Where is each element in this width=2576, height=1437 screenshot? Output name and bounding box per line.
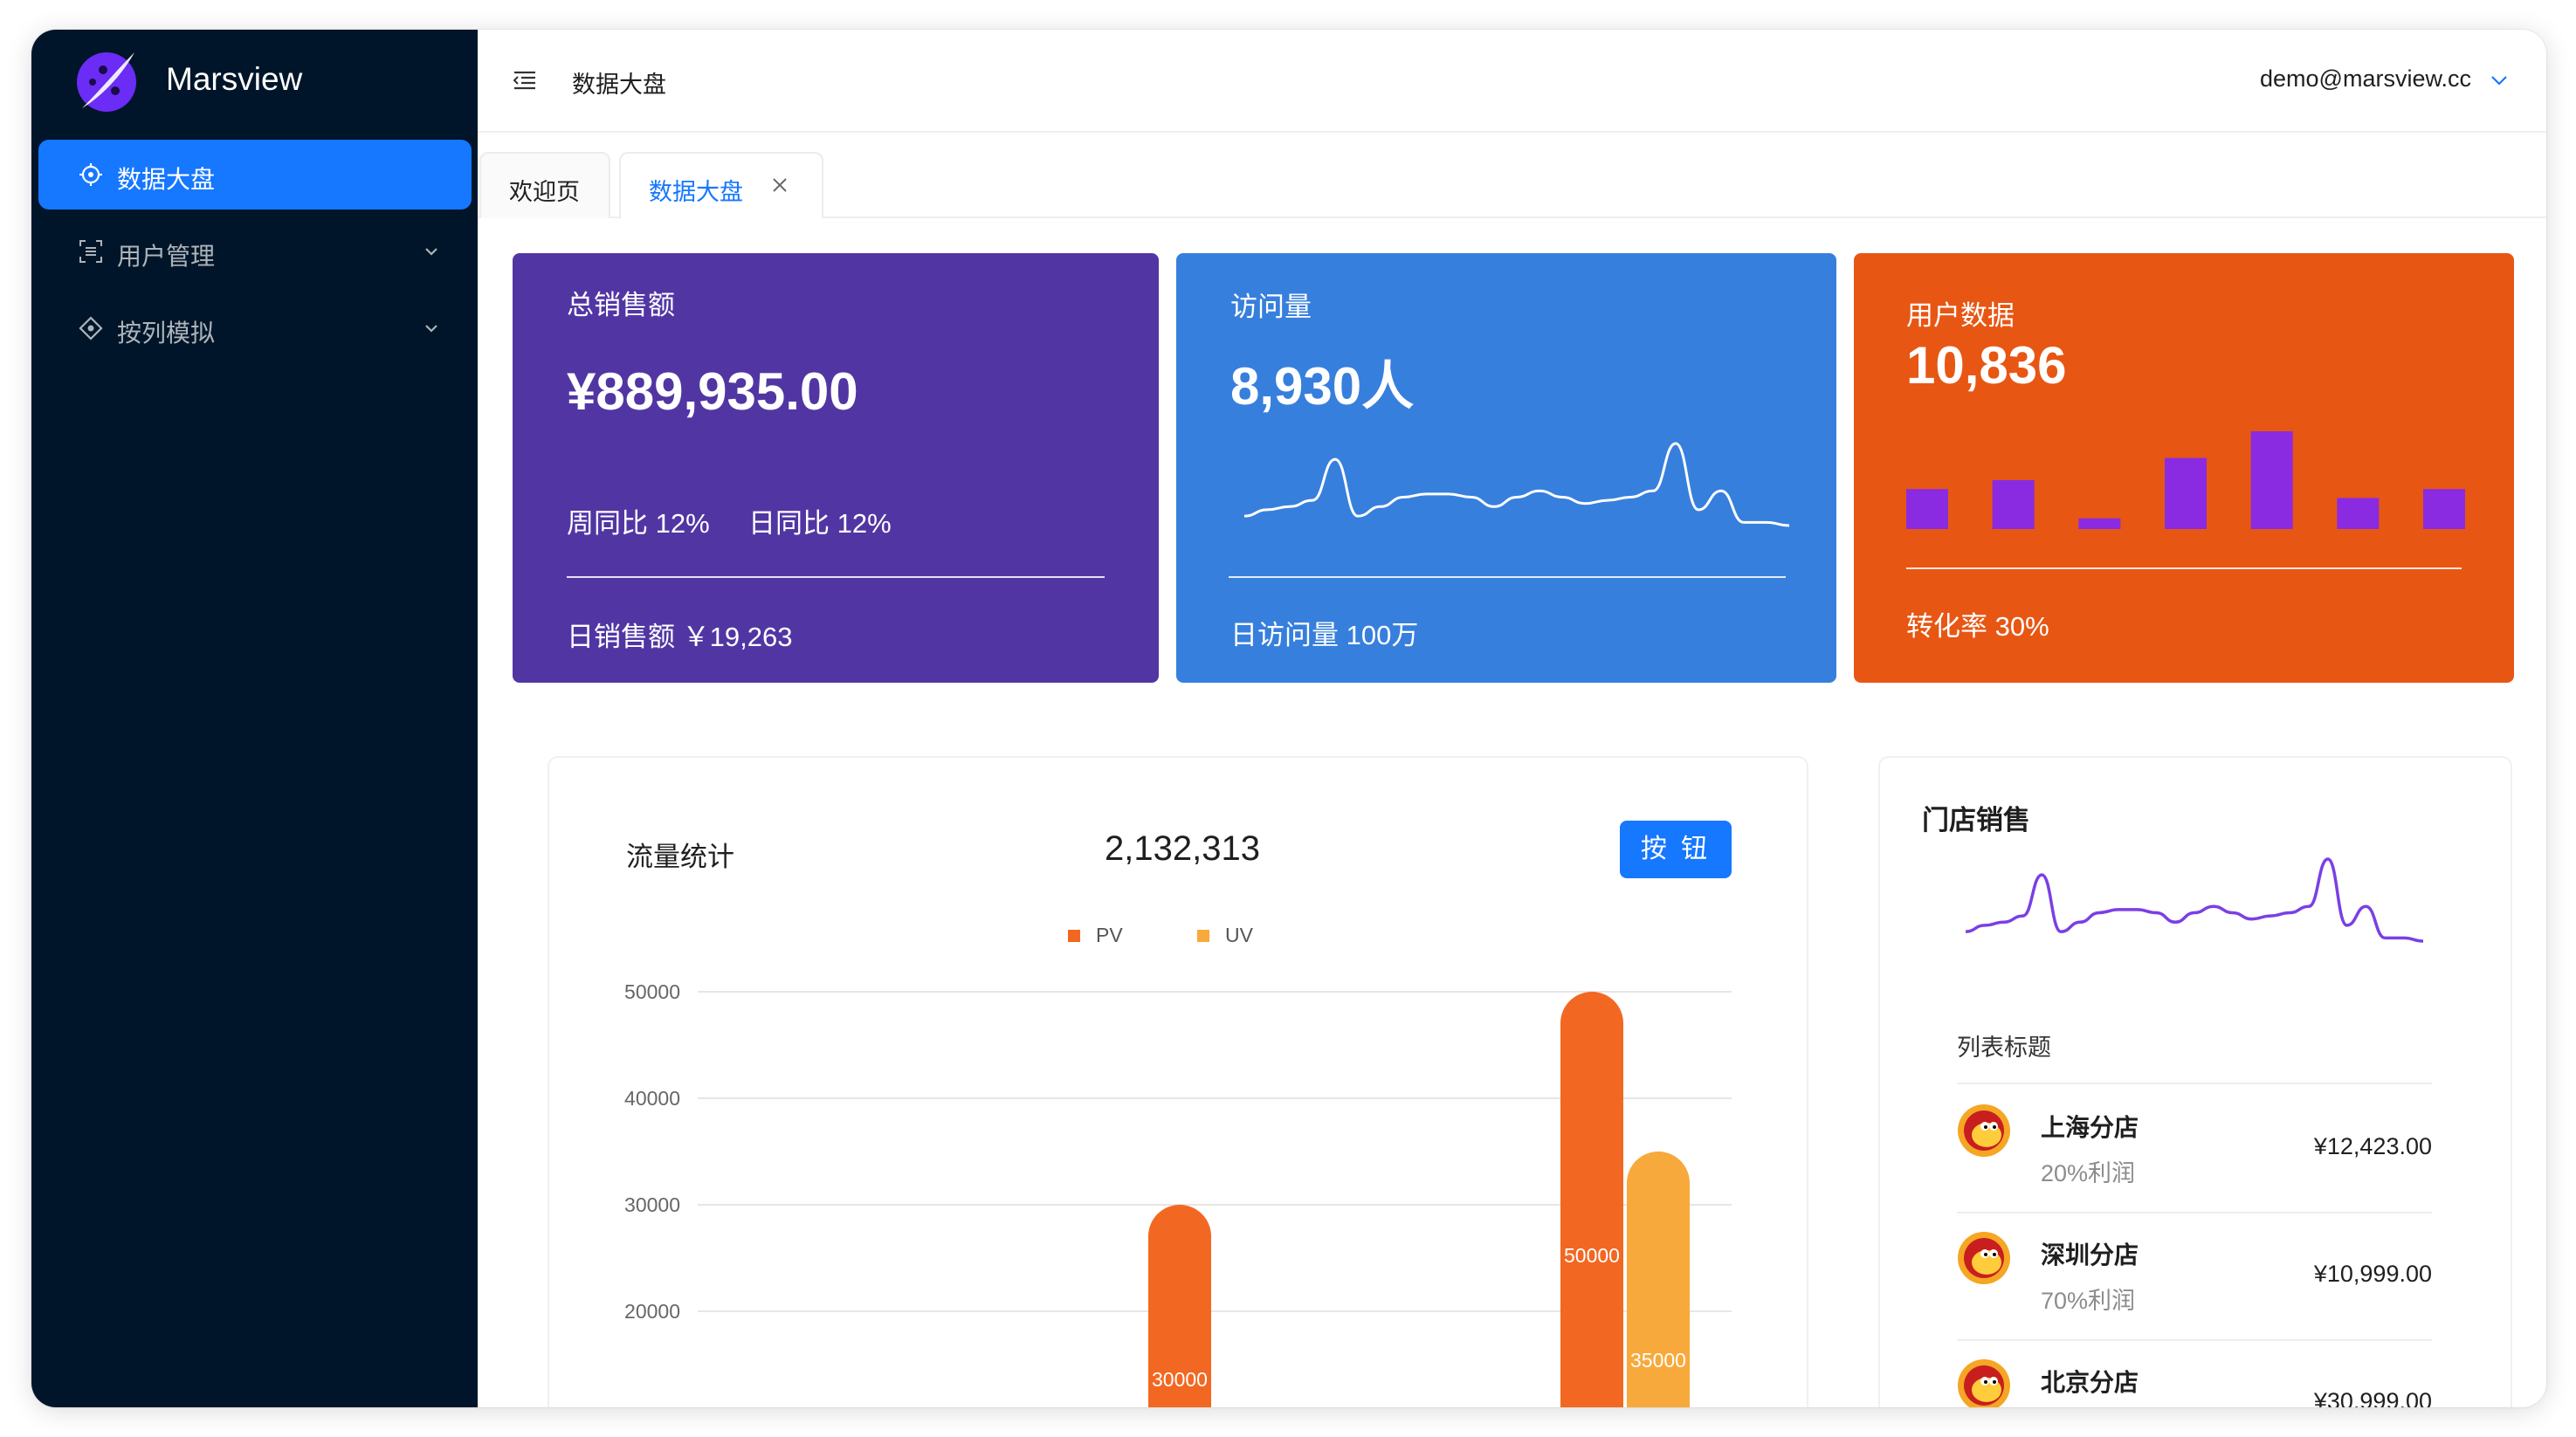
- sidebar-item-label: 数据大盘: [117, 166, 216, 193]
- chevron-down-icon: [425, 325, 437, 333]
- tab-label: 数据大盘: [649, 179, 743, 205]
- store-name: 深圳分店: [2041, 1241, 2139, 1269]
- traffic-bar-chart: 50000 40000 30000 20000 30000 50000 35000: [624, 980, 1732, 1407]
- users-bar: [2165, 457, 2207, 529]
- tab-dashboard[interactable]: 数据大盘: [619, 152, 823, 218]
- action-button[interactable]: 按 钮: [1620, 821, 1732, 878]
- store-amount: ¥10,999.00: [2313, 1261, 2432, 1287]
- top-header: 数据大盘 demo@marsview.cc: [478, 30, 2546, 133]
- traffic-title: 流量统计: [626, 842, 734, 872]
- y-tick-label: 40000: [624, 1087, 680, 1110]
- y-tick-label: 50000: [624, 980, 680, 1003]
- list-item[interactable]: 北京分店 ¥30,999.00: [1957, 1339, 2432, 1407]
- legend-swatch: [1197, 930, 1209, 942]
- sidebar-item-label: 用户管理: [117, 243, 216, 270]
- traffic-panel: 流量统计 2,132,313 按 钮 PV UV 50000 40000 30000…: [548, 756, 1808, 1407]
- dashboard-icon: [79, 163, 102, 186]
- legend-label: PV: [1096, 924, 1123, 946]
- users-bar-chart: [1906, 431, 2465, 529]
- legend-item-pv[interactable]: PV: [1068, 924, 1123, 947]
- bar-data-label: 35000: [1630, 1349, 1686, 1372]
- menu-fold-icon[interactable]: [513, 70, 537, 91]
- user-management-icon: [79, 240, 102, 263]
- traffic-total: 2,132,313: [1105, 829, 1260, 868]
- user-email[interactable]: demo@marsview.cc: [2260, 65, 2471, 93]
- simulation-icon: [79, 316, 103, 340]
- card-divider: [1906, 567, 2462, 569]
- tab-bar: 欢迎页 数据大盘: [478, 133, 2546, 218]
- sparkline-path: [1243, 442, 1790, 527]
- store-profit: 70%利润: [2041, 1288, 2136, 1314]
- legend-label: UV: [1225, 924, 1253, 946]
- sales-card: 总销售额 ¥889,935.00 周同比 12% 日同比 12% 日销售额 ￥1…: [513, 253, 1159, 683]
- users-bar: [2078, 518, 2121, 529]
- chevron-down-icon: [425, 248, 437, 256]
- list-item[interactable]: 深圳分店 70%利润 ¥10,999.00: [1957, 1212, 2432, 1339]
- app-window: Marsview 数据大盘 用户管理 按列模拟 数据大盘 demo@marsvi…: [31, 30, 2546, 1407]
- conversion-rate: 转化率 30%: [1906, 611, 2049, 642]
- users-value: 10,836: [1906, 336, 2067, 395]
- store-name: 北京分店: [2041, 1369, 2139, 1396]
- legend-swatch: [1068, 930, 1080, 942]
- y-tick-label: 30000: [624, 1193, 680, 1216]
- card-divider: [1229, 576, 1786, 578]
- store-amount: ¥30,999.00: [2313, 1388, 2432, 1407]
- app-title: Marsview: [166, 61, 303, 97]
- sparkline-path: [1965, 857, 2424, 943]
- legend-item-uv[interactable]: UV: [1197, 924, 1253, 947]
- store-sparkline: [1965, 857, 2424, 943]
- card-divider: [567, 576, 1105, 578]
- bar-pv: [1560, 992, 1623, 1407]
- daily-visits: 日访问量 100万: [1230, 620, 1419, 650]
- users-bar: [2423, 489, 2465, 529]
- store-profit: 20%利润: [2041, 1160, 2136, 1186]
- card-title: 用户数据: [1906, 300, 2015, 331]
- bar-data-label: 50000: [1564, 1244, 1620, 1267]
- store-sales-title: 门店销售: [1922, 805, 2030, 835]
- visits-card: 访问量 8,930人 日访问量 100万: [1176, 253, 1836, 683]
- sales-value: ¥889,935.00: [567, 362, 858, 421]
- chevron-down-icon[interactable]: [2489, 70, 2510, 91]
- users-bar: [2337, 498, 2380, 529]
- main-content: 总销售额 ¥889,935.00 周同比 12% 日同比 12% 日销售额 ￥1…: [478, 218, 2546, 1407]
- day-compare: 日同比 12%: [748, 508, 892, 539]
- store-sales-panel: 门店销售 列表标题 上海分店 20%利润 ¥12,423.00 深圳分店 70%…: [1878, 756, 2512, 1407]
- close-icon[interactable]: [771, 176, 789, 194]
- sidebar-item-user-management[interactable]: 用户管理: [38, 217, 472, 286]
- tab-label: 欢迎页: [509, 179, 580, 205]
- marsview-logo-icon[interactable]: [73, 45, 143, 115]
- sidebar-item-dashboard[interactable]: 数据大盘: [38, 140, 472, 210]
- visits-sparkline: [1243, 442, 1790, 527]
- store-name: 上海分店: [2041, 1114, 2139, 1141]
- list-item[interactable]: 上海分店 20%利润 ¥12,423.00: [1957, 1084, 2432, 1212]
- sidebar: Marsview 数据大盘 用户管理 按列模拟: [31, 30, 478, 1407]
- list-title: 列表标题: [1957, 1035, 2051, 1061]
- visits-value: 8,930人: [1230, 357, 1415, 416]
- store-avatar-icon: [1958, 1104, 2010, 1157]
- users-bar: [1906, 489, 1948, 529]
- week-compare: 周同比 12%: [567, 508, 710, 539]
- sidebar-item-simulation[interactable]: 按列模拟: [38, 293, 472, 363]
- y-tick-label: 20000: [624, 1300, 680, 1323]
- store-amount: ¥12,423.00: [2313, 1133, 2432, 1159]
- store-avatar-icon: [1958, 1232, 2010, 1284]
- users-card: 用户数据 10,836 转化率 30%: [1854, 253, 2514, 683]
- users-bar: [2250, 431, 2293, 529]
- store-avatar-icon: [1958, 1359, 2010, 1407]
- card-title: 访问量: [1230, 292, 1312, 322]
- bar-data-label: 30000: [1152, 1368, 1208, 1391]
- card-title: 总销售额: [567, 290, 675, 320]
- tab-welcome[interactable]: 欢迎页: [479, 152, 610, 218]
- sidebar-item-label: 按列模拟: [117, 320, 216, 347]
- users-bar: [1992, 480, 2035, 529]
- daily-sales: 日销售额 ￥19,263: [567, 622, 793, 652]
- breadcrumb: 数据大盘: [572, 72, 666, 98]
